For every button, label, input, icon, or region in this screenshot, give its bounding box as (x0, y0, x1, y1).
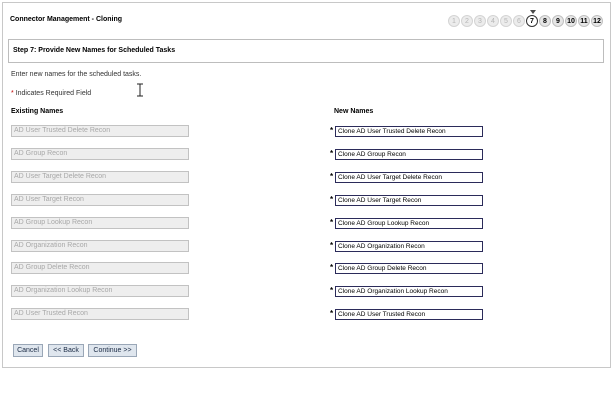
existing-name-field: AD Organization Recon (11, 239, 189, 252)
step-4: 4 (487, 15, 499, 27)
required-star-icon: * (330, 217, 334, 227)
new-name-input[interactable] (335, 217, 483, 229)
instructions-text: Enter new names for the scheduled tasks. (11, 71, 142, 78)
step-11: 11 (578, 15, 590, 27)
task-row: AD Group Lookup Recon * (0, 216, 615, 229)
step-header: Step 7: Provide New Names for Scheduled … (8, 39, 604, 63)
step-9: 9 (552, 15, 564, 27)
existing-name-field: AD User Trusted Recon (11, 308, 189, 321)
task-row: AD User Target Delete Recon * (0, 170, 615, 183)
cancel-button[interactable]: Cancel (13, 344, 43, 357)
required-note-label: Indicates Required Field (15, 90, 92, 97)
new-name-input[interactable] (335, 126, 483, 137)
existing-name-field: AD User Target Recon (11, 193, 189, 206)
task-row: AD Group Delete Recon * (0, 262, 615, 275)
step-7: 7 (526, 15, 538, 27)
existing-name-field: AD Group Lookup Recon (11, 216, 189, 229)
required-star-icon: * (330, 309, 334, 319)
new-name-input[interactable] (335, 171, 483, 183)
new-name-input[interactable] (335, 309, 483, 321)
existing-name-field: AD Group Recon (11, 147, 189, 160)
page-title: Connector Management - Cloning (10, 16, 122, 23)
required-star-icon: * (330, 171, 334, 181)
required-star-icon: * (330, 240, 334, 250)
task-row: AD User Trusted Recon * (0, 308, 615, 321)
step-1: 1 (448, 15, 460, 27)
task-row: AD Group Recon * (0, 147, 615, 160)
text-cursor-icon (137, 83, 143, 97)
step-12: 12 (591, 15, 603, 27)
required-star-icon: * (330, 263, 334, 273)
task-row: AD Organization Recon * (0, 239, 615, 252)
back-button[interactable]: << Back (48, 344, 84, 357)
required-field-note: * Indicates Required Field (11, 90, 91, 97)
existing-name-field: AD User Trusted Delete Recon (11, 125, 189, 137)
step-2: 2 (461, 15, 473, 27)
task-row: AD Organization Lookup Recon * (0, 285, 615, 298)
new-name-input[interactable] (335, 240, 483, 252)
existing-name-field: AD Group Delete Recon (11, 262, 189, 275)
required-star-icon: * (330, 148, 334, 158)
required-star-icon: * (330, 126, 334, 135)
step-8: 8 (539, 15, 551, 27)
existing-name-field: AD Organization Lookup Recon (11, 285, 189, 298)
existing-names-header: Existing Names (11, 108, 64, 115)
step-5: 5 (500, 15, 512, 27)
task-row: AD User Trusted Delete Recon * (0, 125, 615, 137)
task-row: AD User Target Recon * (0, 193, 615, 206)
required-star-icon: * (11, 90, 14, 97)
new-name-input[interactable] (335, 194, 483, 206)
required-star-icon: * (330, 286, 334, 296)
new-name-input[interactable] (335, 148, 483, 160)
step-6: 6 (513, 15, 525, 27)
new-names-header: New Names (334, 108, 374, 115)
existing-name-field: AD User Target Delete Recon (11, 170, 189, 183)
step-header-title: Step 7: Provide New Names for Scheduled … (13, 47, 176, 54)
current-step-marker-icon (530, 10, 536, 14)
step-10: 10 (565, 15, 577, 27)
continue-button[interactable]: Continue >> (88, 344, 137, 357)
step-3: 3 (474, 15, 486, 27)
new-name-input[interactable] (335, 286, 483, 298)
new-name-input[interactable] (335, 263, 483, 275)
required-star-icon: * (330, 194, 334, 204)
